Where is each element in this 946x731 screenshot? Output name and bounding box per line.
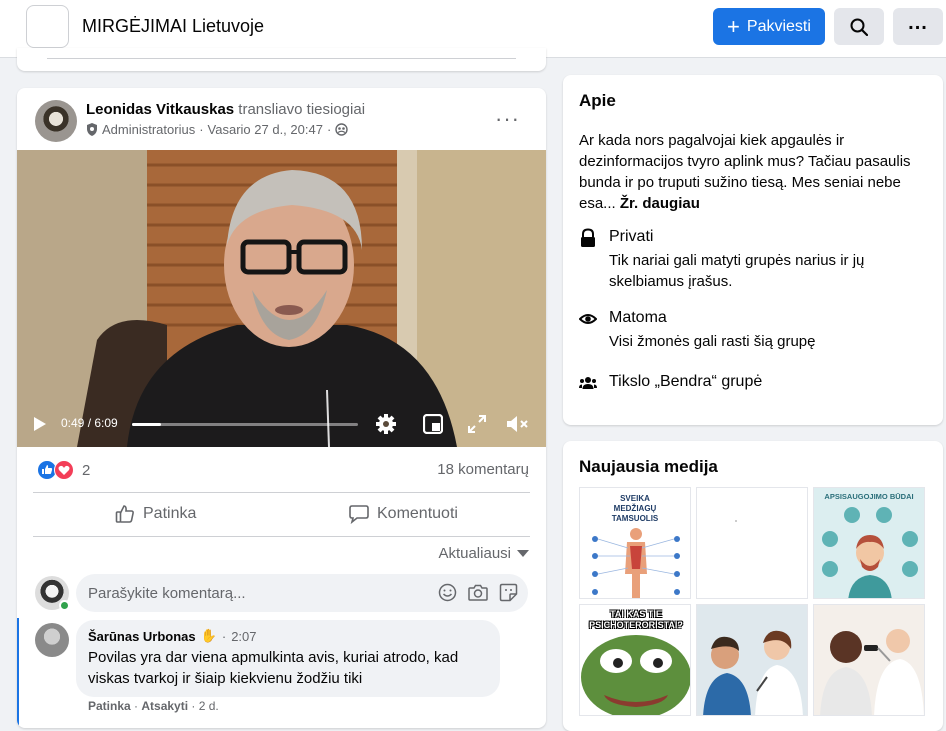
eye-icon (579, 314, 597, 324)
more-button[interactable]: ... (893, 8, 943, 45)
sticker-icon[interactable] (499, 583, 518, 602)
media-tile-caption: TAI KAS TIE PSICHOTERORISTAI? (589, 609, 683, 630)
online-status-dot (59, 600, 70, 611)
invite-button[interactable]: + Pakviesti (713, 8, 825, 45)
commenter-name[interactable]: Šarūnas Urbonas (88, 629, 196, 644)
comment-input[interactable]: Parašykite komentarą... (76, 574, 528, 612)
group-type-label: Tikslo „Bendra“ grupė (609, 373, 763, 390)
previous-card-edge (17, 48, 546, 71)
caret-down-icon (517, 549, 529, 557)
see-more-link[interactable]: Žr. daugiau (620, 195, 700, 212)
plus-icon: + (727, 13, 740, 39)
about-description: Ar kada nors pagalvojai kiek apgaulės ir… (579, 130, 934, 214)
blank-media-preview (735, 520, 737, 522)
love-reaction-icon (54, 460, 74, 480)
video-progress-track[interactable] (132, 423, 358, 426)
meta-separator: · (326, 122, 332, 137)
comment-text: Povilas yra dar viena apmulkinta avis, k… (88, 649, 459, 687)
group-type-row: Tikslo „Bendra“ grupė (579, 373, 762, 393)
lock-icon (581, 228, 595, 247)
group-name[interactable]: MIRGĖJIMAI Lietuvoje (82, 16, 264, 37)
members-audience-icon (335, 123, 348, 136)
sort-label: Aktualiausi (438, 545, 511, 562)
media-tile[interactable]: SVEIKA MEDŽIAGŲ TAMSUOLIS (579, 487, 691, 599)
like-label: Patinka (143, 505, 197, 522)
comment-input-tools (438, 583, 518, 602)
post-meta: Administratorius · Vasario 27 d., 20:47 … (86, 122, 348, 137)
about-title: Apie (579, 91, 616, 110)
recent-media-card: Naujausia medija SVEIKA MEDŽIAGŲ TAMSUOL… (563, 441, 943, 731)
post-card: Leonidas Vitkauskas transliavo tiesiogia… (17, 88, 546, 728)
video-controls: 0:49 / 6:09 (17, 401, 546, 447)
more-icon: ... (908, 11, 928, 34)
visibility-description: Visi žmonės gali rasti šią grupę (609, 333, 816, 350)
comment-time[interactable]: 2:07 (231, 629, 256, 644)
comment-separator: · (221, 628, 227, 644)
video-progress-fill (132, 423, 162, 426)
people-icon (579, 377, 597, 389)
comment-thread-indicator (17, 618, 19, 728)
clinic-photo-illustration (697, 605, 807, 715)
comment-like-link[interactable]: Patinka (88, 699, 131, 713)
meta-separator: · (199, 122, 204, 137)
video-time: 0:49 / 6:09 (61, 416, 118, 430)
media-tile[interactable] (813, 604, 925, 716)
media-tile-caption: SVEIKA MEDŽIAGŲ TAMSUOLIS (611, 494, 659, 523)
mute-icon[interactable] (506, 414, 530, 434)
comment-reply-link[interactable]: Atsakyti (141, 699, 188, 713)
comment-age[interactable]: 2 d. (199, 699, 219, 713)
anatomy-illustration (592, 528, 680, 598)
media-tile[interactable]: APSISAUGOJIMO BŪDAI (813, 487, 925, 599)
privacy-description: Tik nariai gali matyti grupės narius ir … (609, 252, 865, 290)
comment-button[interactable]: Komentuoti (349, 496, 458, 532)
protection-illustration (822, 507, 918, 598)
comment-bubble: Šarūnas Urbonas ✋ · 2:07 Povilas yra dar… (76, 620, 500, 697)
post-options-icon[interactable]: ··· (495, 106, 520, 132)
post-date[interactable]: Vasario 27 d., 20:47 (208, 122, 323, 137)
comment-sort-dropdown[interactable]: Aktualiausi (438, 545, 529, 562)
visibility-title: Matoma (609, 309, 667, 326)
divider (33, 492, 530, 493)
commenter-avatar[interactable] (35, 623, 69, 657)
divider (33, 536, 530, 537)
comments-count[interactable]: 18 komentarų (437, 461, 529, 478)
post-header: Leonidas Vitkauskas transliavo tiesiogia… (86, 101, 365, 118)
author-action: transliavo tiesiogiai (238, 101, 366, 118)
like-button[interactable]: Patinka (115, 496, 196, 532)
reactions-summary[interactable]: 2 (37, 460, 90, 480)
privacy-row: Privati Tik nariai gali matyti grupės na… (579, 228, 909, 292)
media-tile[interactable] (696, 604, 808, 716)
wave-emoji-icon: ✋ (200, 628, 217, 643)
comment-placeholder: Parašykite komentarą... (88, 584, 246, 602)
video-player[interactable]: 0:49 / 6:09 (17, 150, 546, 447)
media-tile[interactable] (696, 487, 808, 599)
comment-bubble-icon (349, 505, 369, 524)
media-title[interactable]: Naujausia medija (579, 457, 718, 477)
visibility-row: Matoma Visi žmonės gali rasti šią grupę (579, 309, 909, 352)
search-icon (850, 18, 868, 36)
group-thumbnail[interactable] (26, 5, 69, 48)
admin-role: Administratorius (102, 122, 196, 137)
doctor-exam-illustration (814, 605, 924, 715)
about-card: Apie Ar kada nors pagalvojai kiek apgaul… (563, 75, 943, 425)
camera-icon[interactable] (468, 583, 488, 602)
invite-label: Pakviesti (746, 17, 811, 35)
reactions-count: 2 (82, 461, 91, 479)
settings-gear-icon[interactable] (375, 413, 397, 435)
admin-shield-icon (87, 123, 97, 136)
comment-label: Komentuoti (377, 505, 458, 522)
media-tile-caption: APSISAUGOJIMO BŪDAI (824, 492, 914, 501)
comment-actions: Patinka · Atsakyti · 2 d. (88, 699, 219, 713)
play-icon[interactable] (33, 416, 47, 432)
privacy-title: Privati (609, 228, 654, 245)
media-tile[interactable]: TAI KAS TIE PSICHOTERORISTAI? (579, 604, 691, 716)
author-avatar[interactable] (35, 100, 77, 142)
author-name[interactable]: Leonidas Vitkauskas (86, 101, 234, 118)
picture-in-picture-icon[interactable] (423, 414, 443, 434)
fullscreen-icon[interactable] (468, 415, 486, 433)
emoji-icon[interactable] (438, 583, 457, 602)
search-button[interactable] (834, 8, 884, 45)
thumbs-up-icon (115, 505, 134, 523)
